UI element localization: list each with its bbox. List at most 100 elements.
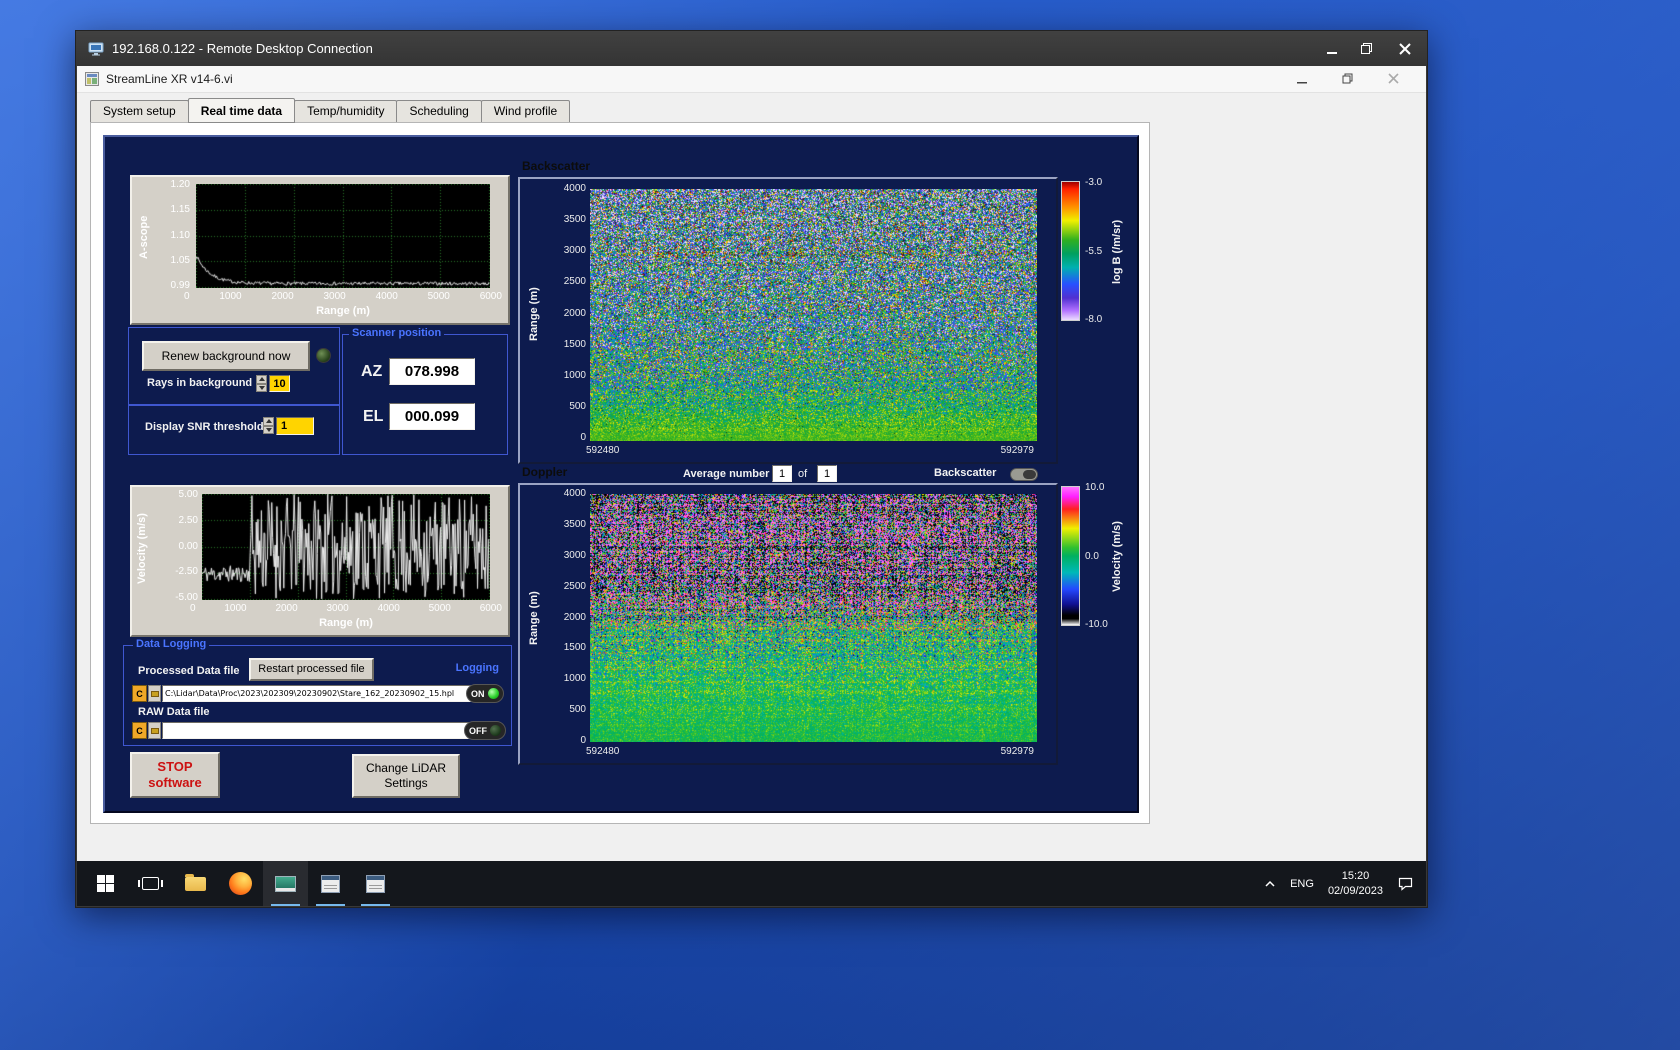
stop-software-button[interactable]: STOP software [130, 752, 220, 798]
snr-spinner-up[interactable] [263, 417, 274, 426]
ascope-x-axis-label: Range (m) [316, 305, 370, 317]
language-indicator[interactable]: ENG [1290, 878, 1314, 890]
change-lidar-settings-button[interactable]: Change LiDAR Settings [352, 754, 460, 798]
doppler-heatmap [590, 494, 1037, 742]
labview-vi-icon [85, 72, 99, 86]
tick-label: 1000 [563, 369, 586, 381]
tick-label: -10.0 [1085, 619, 1108, 630]
rays-in-background-label: Rays in background [147, 377, 253, 389]
el-label: EL [363, 408, 384, 425]
average-number-field[interactable]: 1 [772, 465, 792, 482]
snr-spinner-down[interactable] [263, 425, 274, 434]
raw-logging-toggle[interactable]: OFF [464, 721, 506, 740]
scan-scheduler-taskbar-button[interactable] [308, 861, 353, 906]
snr-value-field[interactable]: 1 [276, 417, 314, 435]
renew-background-button[interactable]: Renew background now [142, 341, 310, 371]
renew-background-label: Renew background now [161, 348, 291, 363]
velocity-x-ticks: 0 1000 2000 3000 4000 5000 6000 [190, 603, 502, 614]
snr-spinner[interactable] [263, 417, 274, 434]
tick-label: -2.50 [175, 566, 198, 578]
tab-content-area: A-scope 1.20 1.15 1.10 1.05 0.99 0 1000 2000 30… [90, 122, 1150, 824]
average-total-field[interactable]: 1 [817, 465, 837, 482]
app-restore-button[interactable] [1338, 69, 1358, 89]
tab-system-setup[interactable]: System setup [90, 100, 189, 123]
raw-drive-button[interactable]: C [132, 722, 147, 739]
backscatter-graph-frame: Range (m) 4000 3500 3000 2500 2000 1500 1000 50… [518, 177, 1058, 464]
tick-label: 1.20 [170, 179, 190, 190]
rays-spinner-down[interactable] [256, 383, 267, 392]
az-value-display: 078.998 [389, 358, 475, 385]
app-minimize-button[interactable] [1292, 69, 1312, 89]
tick-label: 0 [190, 603, 196, 614]
tick-label: 2000 [275, 603, 298, 614]
processed-drive-button[interactable]: C [132, 685, 147, 702]
tick-label: 2000 [563, 611, 586, 623]
taskbar-clock[interactable]: 15:20 02/09/2023 [1328, 869, 1383, 899]
processed-browse-button[interactable] [148, 685, 161, 702]
streamline-taskbar-button[interactable] [263, 861, 308, 906]
tab-real-time-data[interactable]: Real time data [187, 98, 296, 123]
rays-spinner-up[interactable] [256, 375, 267, 384]
tab-wind-profile[interactable]: Wind profile [480, 100, 571, 123]
app-close-button[interactable] [1384, 69, 1404, 89]
start-button[interactable] [83, 861, 128, 906]
doppler-colorbar-label: Velocity (m/s) [1111, 521, 1123, 593]
tick-label: 4000 [375, 291, 398, 302]
file-explorer-button[interactable] [173, 861, 218, 906]
processed-path-field[interactable]: C:\Lidar\Data\Proc\2023\202309\20230902\… [162, 685, 478, 702]
backscatter-colorbar [1061, 181, 1080, 321]
doppler-colorbar [1061, 486, 1080, 626]
backscatter-y-axis-label: Range (m) [528, 287, 540, 341]
tick-label: 0 [184, 291, 190, 302]
data-logging-title: Data Logging [133, 638, 210, 650]
tab-scheduling[interactable]: Scheduling [396, 100, 482, 123]
backscatter-colorbar-label: log B (/m/sr) [1111, 219, 1123, 285]
change-lidar-line2: Settings [384, 776, 428, 790]
tick-label: 1.05 [170, 254, 190, 266]
stop-software-line1: STOP [157, 758, 193, 774]
tick-label: 4000 [377, 603, 400, 614]
rdp-titlebar[interactable]: 192.168.0.122 - Remote Desktop Connectio… [76, 31, 1427, 66]
firefox-button[interactable] [218, 861, 263, 906]
tick-label: 500 [569, 704, 586, 716]
raw-path-field[interactable] [162, 722, 478, 739]
streamline-app-icon [275, 875, 296, 892]
notepad-icon [366, 874, 385, 893]
task-view-button[interactable] [128, 861, 173, 906]
tick-label: 0.0 [1085, 550, 1099, 562]
restart-processed-file-button[interactable]: Restart processed file [249, 658, 374, 681]
hidden-icons-chevron[interactable] [1264, 880, 1276, 888]
tick-label: 2000 [271, 291, 294, 302]
rays-value-field[interactable]: 10 [269, 375, 290, 392]
taskbar: ENG 15:20 02/09/2023 [77, 861, 1426, 906]
tick-label: 0.99 [170, 280, 190, 291]
notepad-taskbar-button[interactable] [353, 861, 398, 906]
tick-label: 3000 [563, 245, 586, 257]
rdp-minimize-button[interactable] [1315, 37, 1349, 61]
velocity-chart-panel: Velocity (m/s) 5.00 2.50 0.00 -2.50 -5.00 0 1… [130, 485, 510, 637]
data-logging-box: Data Logging Processed Data file Restart… [123, 638, 512, 746]
logging-label: Logging [455, 662, 499, 674]
app-titlebar[interactable]: StreamLine XR v14-6.vi [77, 66, 1426, 93]
backscatter-toggle[interactable] [1010, 468, 1038, 481]
tick-label: -8.0 [1085, 314, 1103, 325]
tick-label: 0.00 [178, 540, 198, 552]
processed-data-file-label: Processed Data file [138, 665, 240, 677]
backscatter-x-end: 592979 [1000, 445, 1034, 456]
processed-toggle-state: ON [471, 688, 485, 699]
processed-logging-toggle[interactable]: ON [466, 684, 504, 703]
raw-browse-button[interactable] [148, 722, 161, 739]
rdp-restore-button[interactable] [1349, 37, 1383, 61]
tick-label: 1000 [219, 291, 242, 302]
notification-center-icon[interactable] [1397, 876, 1414, 891]
velocity-plot [202, 494, 490, 600]
snr-threshold-label: Display SNR threshold [145, 421, 264, 433]
rdp-close-button[interactable] [1383, 37, 1427, 61]
tab-temp-humidity[interactable]: Temp/humidity [294, 100, 398, 123]
tick-label: 5000 [427, 291, 450, 302]
streamline-app-window: StreamLine XR v14-6.vi System setup Real … [77, 66, 1426, 861]
velocity-x-axis-label: Range (m) [319, 617, 373, 629]
rays-spinner[interactable] [256, 375, 267, 392]
tick-label: 1.15 [170, 204, 190, 216]
remote-desktop-icon [88, 42, 104, 56]
